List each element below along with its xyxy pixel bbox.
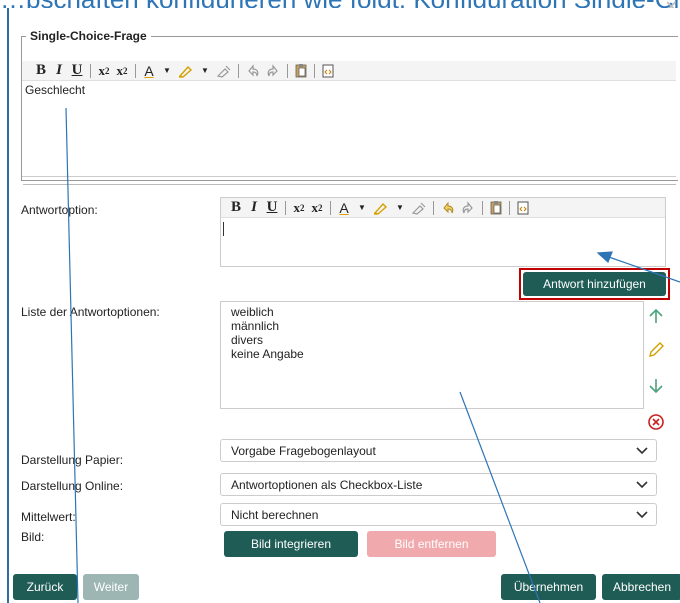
add-answer-highlight: Antwort hinzufügen (519, 268, 670, 300)
text-caret (223, 222, 224, 236)
underline-icon[interactable]: U (263, 199, 281, 217)
list-item[interactable]: männlich (231, 319, 633, 333)
superscript-icon[interactable]: x2 (308, 199, 326, 217)
paste-icon[interactable] (487, 199, 505, 217)
source-code-icon[interactable] (514, 199, 532, 217)
add-answer-button[interactable]: Antwort hinzufügen (523, 272, 666, 296)
image-label: Bild: (21, 530, 45, 544)
paper-label: Darstellung Papier: (21, 453, 124, 467)
mean-select[interactable]: Nicht berechnen (220, 503, 657, 526)
chevron-down-icon[interactable]: ▼ (196, 62, 214, 80)
list-item[interactable]: divers (231, 333, 633, 347)
next-button[interactable]: Weiter (83, 574, 139, 600)
question-fieldset: Single-Choice-Frage (21, 29, 678, 181)
apply-button[interactable]: Übernehmen (501, 574, 596, 600)
options-list-label: Liste der Antwortoptionen: (21, 305, 160, 319)
italic-icon[interactable]: I (245, 199, 263, 217)
mean-select-value: Nicht berechnen (231, 507, 319, 522)
bold-icon[interactable]: B (227, 199, 245, 217)
list-item[interactable]: keine Angabe (231, 347, 633, 361)
arrow-up-icon[interactable] (647, 307, 665, 325)
embed-image-button[interactable]: Bild integrieren (224, 531, 358, 557)
highlighter-icon[interactable] (371, 199, 391, 217)
list-item[interactable]: weiblich (231, 305, 633, 319)
paper-select-value: Vorgabe Fragebogenlayout (231, 443, 376, 458)
paste-icon[interactable] (292, 62, 310, 80)
subscript-icon[interactable]: x2 (290, 199, 308, 217)
redo-icon[interactable] (458, 199, 478, 217)
font-color-icon[interactable]: A (140, 62, 158, 80)
toolbar-separator (135, 63, 136, 78)
clear-format-icon[interactable] (214, 62, 234, 80)
paper-select[interactable]: Vorgabe Fragebogenlayout (220, 439, 657, 462)
subscript-icon[interactable]: x2 (95, 62, 113, 80)
answer-option-editor[interactable]: B I U x2 x2 A ▼ ▼ (220, 197, 666, 267)
question-editor-toolbar: B I U x2 x2 A ▼ ▼ (22, 61, 676, 81)
toolbar-separator (330, 200, 331, 215)
toolbar-separator (482, 200, 483, 215)
italic-icon[interactable]: I (50, 62, 68, 80)
remove-image-button[interactable]: Bild entfernen (367, 531, 496, 557)
clear-format-icon[interactable] (409, 199, 429, 217)
pencil-icon[interactable] (647, 341, 665, 359)
question-dialog: Single-Choice-Frage B I U x2 x2 A ▼ ▼ Ge… (7, 8, 680, 603)
options-listbox[interactable]: weiblich männlich divers keine Angabe (220, 301, 644, 409)
back-button[interactable]: Zurück (13, 574, 77, 600)
chevron-down-icon (636, 481, 648, 489)
underline-icon[interactable]: U (68, 62, 86, 80)
toolbar-separator (433, 200, 434, 215)
toolbar-separator (287, 63, 288, 78)
chevron-down-icon (636, 511, 648, 519)
cancel-button[interactable]: Abbrechen (602, 574, 680, 600)
online-label: Darstellung Online: (21, 479, 124, 493)
redo-icon[interactable] (263, 62, 283, 80)
chevron-down-icon (636, 447, 648, 455)
delete-circle-icon[interactable] (647, 413, 665, 431)
toolbar-separator (314, 63, 315, 78)
toolbar-separator (509, 200, 510, 215)
section-divider (23, 184, 676, 185)
arrow-down-icon[interactable] (647, 377, 665, 395)
undo-icon[interactable] (438, 199, 458, 217)
mean-label: Mittelwert: (21, 510, 76, 524)
question-legend: Single-Choice-Frage (30, 29, 147, 43)
superscript-icon[interactable]: x2 (113, 62, 131, 80)
font-color-icon[interactable]: A (335, 199, 353, 217)
undo-icon[interactable] (243, 62, 263, 80)
chevron-down-icon[interactable]: ▼ (158, 62, 176, 80)
question-editor-border[interactable] (22, 176, 676, 177)
source-code-icon[interactable] (319, 62, 337, 80)
highlighter-icon[interactable] (176, 62, 196, 80)
answer-option-label: Antwortoption: (21, 203, 98, 217)
chevron-down-icon[interactable]: ▼ (391, 199, 409, 217)
answer-editor-toolbar: B I U x2 x2 A ▼ ▼ (221, 198, 665, 218)
toolbar-separator (90, 63, 91, 78)
bold-icon[interactable]: B (32, 62, 50, 80)
online-select-value: Antwortoptionen als Checkbox-Liste (231, 477, 423, 492)
toolbar-separator (285, 200, 286, 215)
question-text[interactable]: Geschlecht (25, 83, 85, 97)
chevron-down-icon[interactable]: ▼ (353, 199, 371, 217)
toolbar-separator (238, 63, 239, 78)
online-select[interactable]: Antwortoptionen als Checkbox-Liste (220, 473, 657, 496)
